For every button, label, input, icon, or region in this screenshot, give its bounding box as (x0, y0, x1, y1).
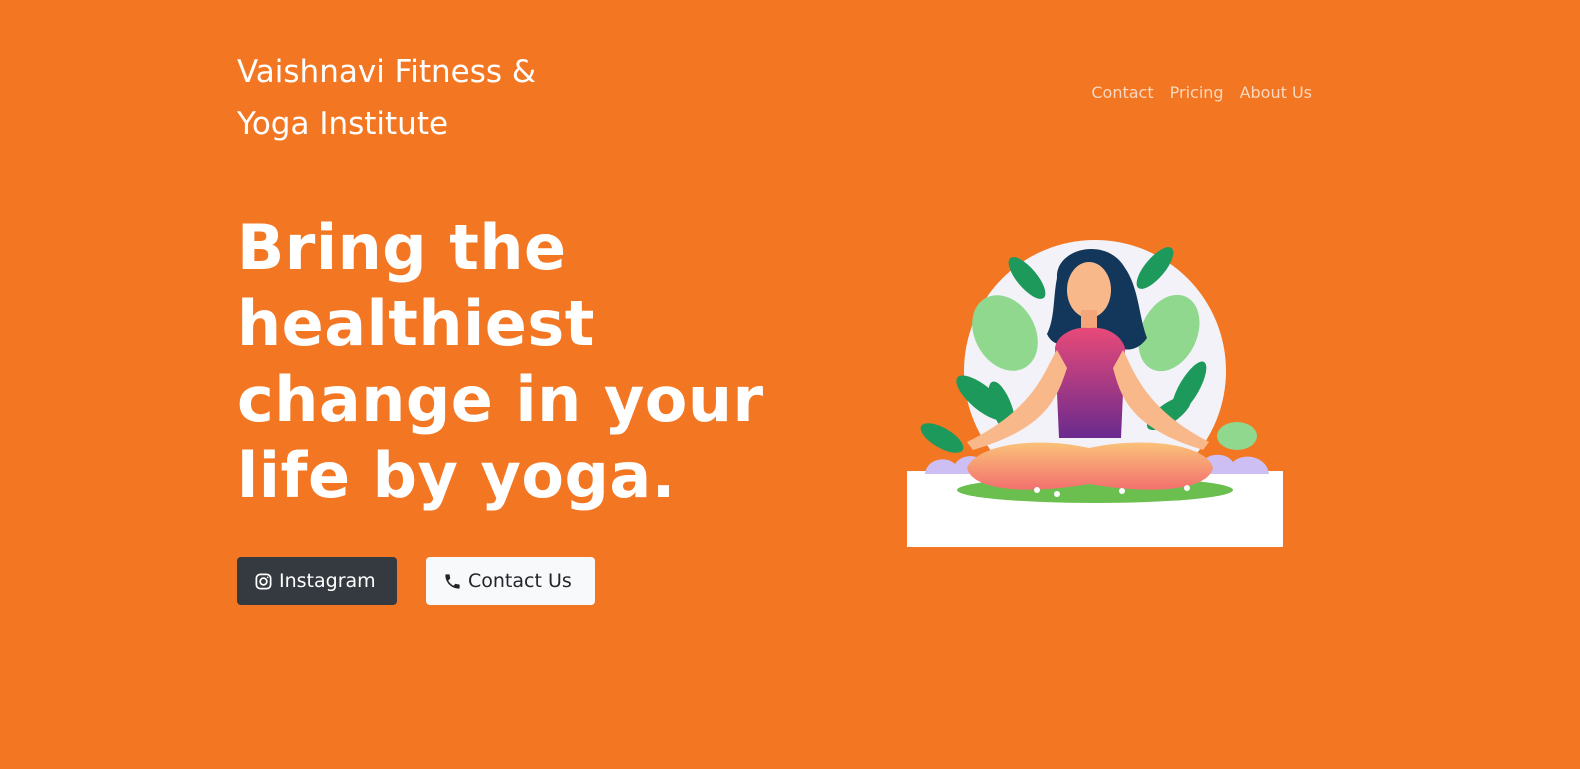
instagram-icon (255, 573, 272, 589)
nav-link-contact[interactable]: Contact (1091, 83, 1153, 102)
phone-icon (445, 573, 460, 589)
contact-us-button[interactable]: Contact Us (426, 557, 595, 605)
brand-title[interactable]: Vaishnavi Fitness & Yoga Institute (237, 46, 577, 150)
instagram-button-label: Instagram (279, 570, 376, 592)
contact-us-button-label: Contact Us (468, 570, 572, 592)
hero-headline: Bring the healthiest change in your life… (237, 211, 764, 512)
hero-buttons: Instagram Contact Us (237, 557, 595, 605)
nav-link-about-us[interactable]: About Us (1240, 83, 1312, 102)
meditating-woman-image (907, 240, 1283, 547)
yoga-illustration (907, 238, 1283, 547)
nav-link-pricing[interactable]: Pricing (1170, 83, 1224, 102)
main-nav: Contact Pricing About Us (1091, 83, 1312, 102)
instagram-button[interactable]: Instagram (237, 557, 397, 605)
